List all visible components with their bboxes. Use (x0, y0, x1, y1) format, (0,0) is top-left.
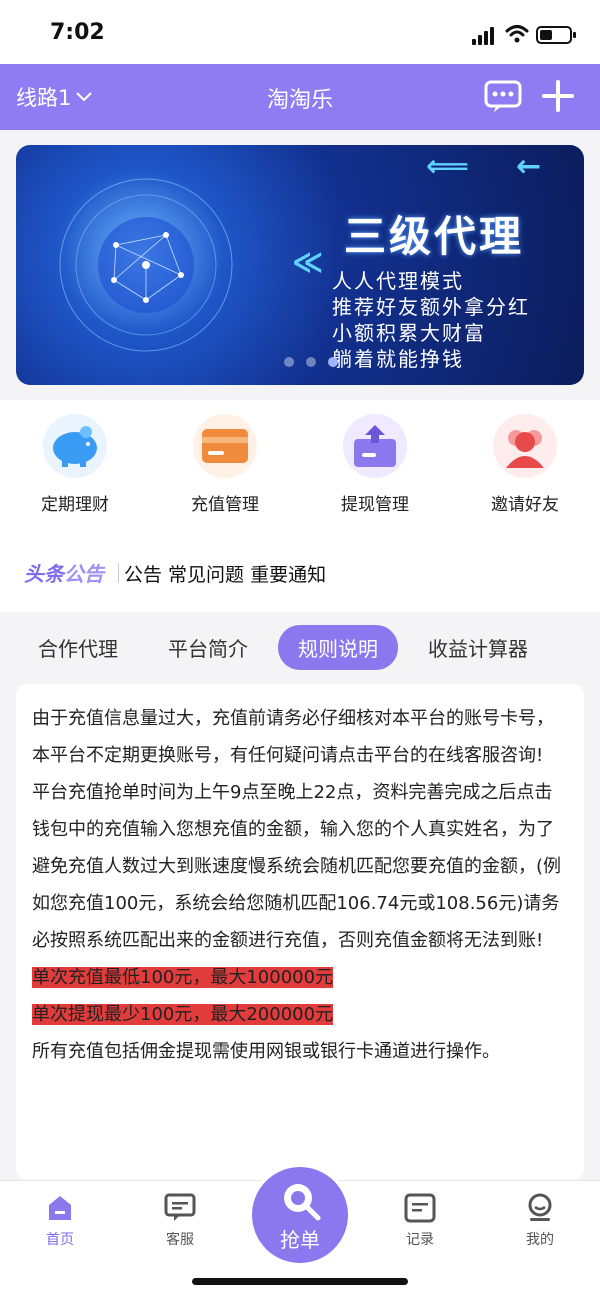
banner-line: 推荐好友额外拿分红 (332, 295, 530, 319)
invite-friends-icon (493, 414, 557, 478)
nav-label: 我的 (526, 1232, 554, 1248)
carousel-dots (284, 357, 338, 367)
banner-line: 小额积累大财富 (332, 321, 486, 345)
rules-paragraph: 由于充值信息量过大，充值前请务必仔细核对本平台的账号卡号，本平台不定期更换账号，… (32, 708, 554, 766)
profile-icon (528, 1193, 552, 1221)
rules-highlight: 单次充值最低100元，最大100000元 (32, 967, 334, 988)
quick-item-label: 充值管理 (191, 495, 259, 515)
arrow-decoration: ≪ (292, 245, 324, 280)
arrow-decoration: ← (516, 149, 542, 184)
nav-label: 记录 (406, 1232, 434, 1248)
tab-platform-intro[interactable]: 平台简介 (148, 625, 268, 670)
home-icon (49, 1196, 71, 1220)
grab-order-button[interactable]: 抢单 (248, 1163, 352, 1267)
nav-service[interactable]: 客服 (140, 1193, 220, 1249)
magnifier-icon (284, 1183, 321, 1220)
wifi-icon (505, 25, 529, 43)
banner-headline: 三级代理 (344, 212, 525, 261)
promo-banner[interactable]: ⟸ ← ≪ 三级代理 人人代理模式 推荐好友额外拿分红 小额积累大财富 躺着就能… (16, 145, 584, 385)
banner-line: 躺着就能挣钱 (332, 347, 464, 371)
tab-rules[interactable]: 规则说明 (278, 624, 398, 670)
news-bar: 头条公告 公告 常见问题 重要通知 (0, 530, 600, 612)
tab-earnings-calculator[interactable]: 收益计算器 (408, 625, 548, 670)
status-bar: 7:02 (0, 0, 600, 64)
nav-label: 客服 (166, 1232, 194, 1248)
status-time: 7:02 (50, 20, 105, 45)
carousel-dot[interactable] (306, 357, 316, 367)
quick-item-label: 定期理财 (41, 495, 109, 515)
arrow-decoration: ⟸ (426, 149, 470, 184)
home-indicator (192, 1278, 408, 1285)
news-badge-part: 头条 (24, 562, 64, 586)
nav-label: 首页 (46, 1232, 74, 1248)
news-badge: 头条公告 (24, 558, 104, 587)
banner-line: 人人代理模式 (332, 269, 464, 293)
news-badge-part: 公告 (64, 562, 104, 586)
nav-records[interactable]: 记录 (380, 1193, 460, 1249)
quick-item-label: 提现管理 (341, 495, 409, 515)
carousel-dot[interactable] (284, 357, 294, 367)
tab-partner-agent[interactable]: 合作代理 (18, 625, 138, 670)
records-icon (404, 1193, 436, 1223)
quick-item-recharge[interactable]: 充值管理 (150, 400, 300, 530)
quick-menu: 定期理财 充值管理 提现管理 邀请好友 (0, 400, 600, 530)
quick-item-label: 邀请好友 (491, 495, 559, 515)
info-tabs: 合作代理 平台简介 规则说明 收益计算器 (0, 612, 600, 682)
grab-order-label: 抢单 (280, 1227, 320, 1252)
network-globe-graphic (59, 178, 233, 352)
nav-home[interactable]: 首页 (20, 1193, 100, 1249)
message-icon[interactable] (484, 80, 522, 114)
rules-paragraph: 所有充值包括佣金提现需使用网银或银行卡通道进行操作。 (32, 1041, 500, 1062)
plus-icon[interactable] (542, 80, 574, 112)
news-ticker[interactable]: 公告 常见问题 重要通知 (124, 560, 584, 587)
rules-content-card: 由于充值信息量过大，充值前请务必仔细核对本平台的账号卡号，本平台不定期更换账号，… (16, 684, 584, 1180)
card-icon (193, 414, 257, 478)
quick-item-invite[interactable]: 邀请好友 (450, 400, 600, 530)
withdraw-icon (343, 414, 407, 478)
quick-item-withdraw[interactable]: 提现管理 (300, 400, 450, 530)
rules-paragraph: 平台充值抢单时间为上午9点至晚上22点，资料完善完成之后点击钱包中的充值输入您想… (32, 782, 562, 951)
divider (118, 563, 119, 583)
chat-icon (164, 1193, 196, 1221)
battery-icon (536, 26, 576, 44)
rules-highlight: 单次提现最少100元，最大200000元 (32, 1004, 334, 1025)
carousel-dot-active[interactable] (328, 357, 338, 367)
piggy-bank-icon (43, 414, 107, 478)
quick-item-fixed-finance[interactable]: 定期理财 (0, 400, 150, 530)
app-header: 线路1 淘淘乐 (0, 64, 600, 130)
nav-mine[interactable]: 我的 (500, 1193, 580, 1249)
signal-icon (472, 27, 496, 45)
